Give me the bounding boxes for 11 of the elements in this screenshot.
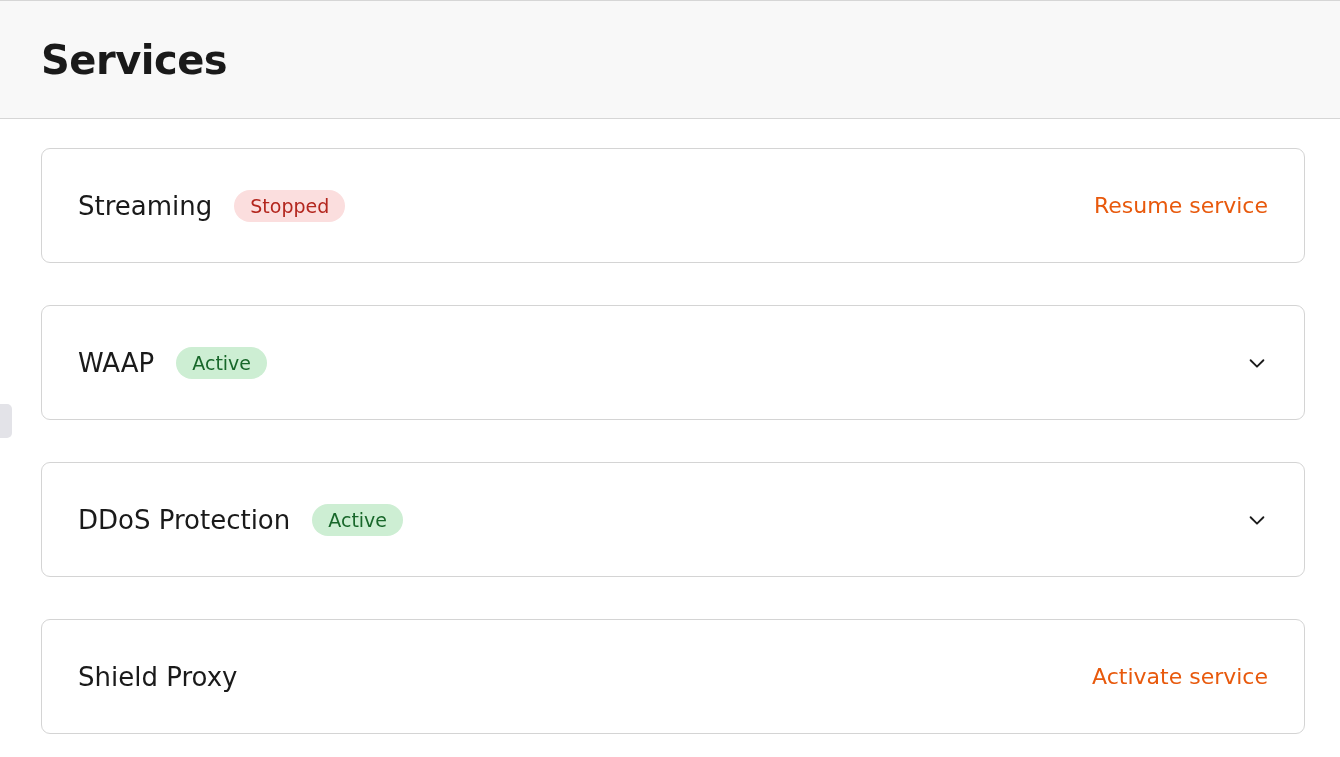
page-title: Services [41,36,228,83]
service-name: Streaming [78,190,213,221]
service-name: Shield Proxy [78,661,238,692]
status-badge: Stopped [234,189,346,222]
status-badge: Active [176,346,268,379]
service-name: WAAP [78,347,155,378]
service-action-link[interactable]: Activate service [1092,664,1268,689]
side-handle[interactable] [0,404,12,438]
service-action-link[interactable]: Resume service [1094,193,1268,218]
status-badge: Active [312,503,404,536]
service-name: DDoS Protection [78,504,291,535]
